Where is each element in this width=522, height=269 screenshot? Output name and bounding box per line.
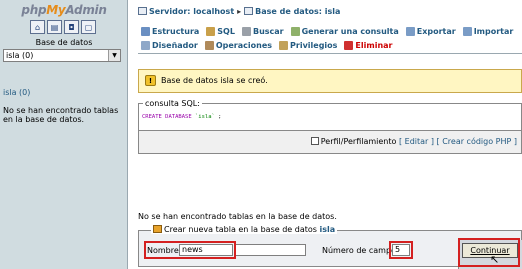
database-link[interactable]: isla (0) (3, 88, 30, 97)
tab-row-2: Diseñador Operaciones Privilegios Elimin… (141, 38, 521, 52)
tab-privilegios[interactable]: Privilegios (279, 40, 337, 50)
delete-icon (344, 40, 354, 50)
create-table-legend: Crear nueva tabla en la base de datos is… (151, 225, 338, 234)
operations-icon (204, 40, 214, 50)
database-icon (244, 7, 254, 15)
breadcrumb-separator: ▸ (237, 7, 242, 16)
home-icon[interactable]: ⌂ (30, 20, 45, 34)
server-icon (138, 7, 147, 15)
table-comment-input[interactable] (234, 244, 306, 256)
tab-divider (138, 53, 522, 54)
sidebar-icon-bar: ⌂ ▤ ◘ ▢ (30, 20, 96, 34)
tab-exportar[interactable]: Exportar (405, 26, 456, 36)
phpmyadmin-logo[interactable]: phpMyAdmin (0, 3, 128, 17)
sql-query-box: consulta SQL: CREATE DATABASE `isla` ; (138, 99, 522, 131)
profiling-label[interactable]: Perfil/Perfilamiento (321, 137, 397, 146)
tab-sql[interactable]: SQL (206, 26, 235, 36)
chevron-down-icon[interactable]: ▼ (108, 50, 120, 61)
tab-estructura[interactable]: Estructura (141, 26, 199, 36)
tab-disenador[interactable]: Diseñador (141, 40, 198, 50)
tab-eliminar[interactable]: Eliminar (344, 40, 393, 50)
search-icon (241, 26, 251, 36)
notice-text: Base de datos isla se creó. (161, 76, 268, 85)
database-select[interactable]: isla (0) ▼ (3, 49, 121, 62)
sql-code: CREATE DATABASE `isla` ; (142, 114, 222, 120)
tab-buscar[interactable]: Buscar (241, 26, 284, 36)
breadcrumb-server[interactable]: Servidor: localhost (149, 7, 234, 16)
tab-row-1: Estructura SQL Buscar Generar una consul… (141, 24, 521, 38)
success-notice: ! Base de datos isla se creó. (138, 69, 522, 93)
continue-highlight (458, 238, 520, 267)
database-link-count: (0) (16, 88, 31, 97)
logo-php: php (21, 3, 47, 17)
logo-admin: Admin (65, 3, 107, 17)
sql-icon (206, 26, 216, 36)
fields-highlight (389, 241, 413, 259)
structure-icon (141, 26, 150, 36)
no-tables-text: No se han encontrado tablas en la base d… (138, 212, 337, 221)
breadcrumb: Servidor: localhost ▸ Base de datos: isla (138, 7, 340, 16)
name-highlight (144, 241, 236, 259)
mouse-cursor-icon: ↖ (490, 253, 500, 266)
profiling-checkbox[interactable] (310, 137, 319, 145)
sidebar-no-tables-text: No se han encontrado tablas en la base d… (3, 106, 119, 124)
import-icon (462, 26, 472, 36)
tab-generar-consulta[interactable]: Generar una consulta (290, 26, 399, 36)
database-select-value: isla (0) (6, 51, 34, 60)
privileges-icon (279, 40, 289, 50)
tab-importar[interactable]: Importar (462, 26, 513, 36)
create-php-link[interactable]: [ Crear código PHP ] (437, 137, 517, 146)
sql-docs-icon[interactable]: ▢ (81, 20, 96, 34)
query-window-icon[interactable]: ▤ (47, 20, 62, 34)
database-label: Base de datos (35, 38, 93, 47)
docs-icon[interactable]: ◘ (64, 20, 79, 34)
query-icon (290, 26, 300, 36)
designer-icon (141, 40, 150, 50)
left-frame: phpMyAdmin ⌂ ▤ ◘ ▢ Base de datos isla (0… (0, 0, 128, 269)
breadcrumb-database[interactable]: Base de datos: isla (255, 7, 340, 16)
tab-bar: Estructura SQL Buscar Generar una consul… (141, 24, 521, 52)
export-icon (405, 26, 415, 36)
sql-legend: consulta SQL: (143, 99, 202, 108)
database-link-name[interactable]: isla (3, 88, 17, 97)
notice-icon: ! (145, 75, 156, 86)
edit-link[interactable]: [ Editar ] (399, 137, 434, 146)
sql-footer: Perfil/Perfilamiento [ Editar ] [ Crear … (138, 131, 522, 154)
logo-my: My (46, 3, 66, 17)
new-table-icon (153, 225, 162, 233)
tab-operaciones[interactable]: Operaciones (204, 40, 272, 50)
